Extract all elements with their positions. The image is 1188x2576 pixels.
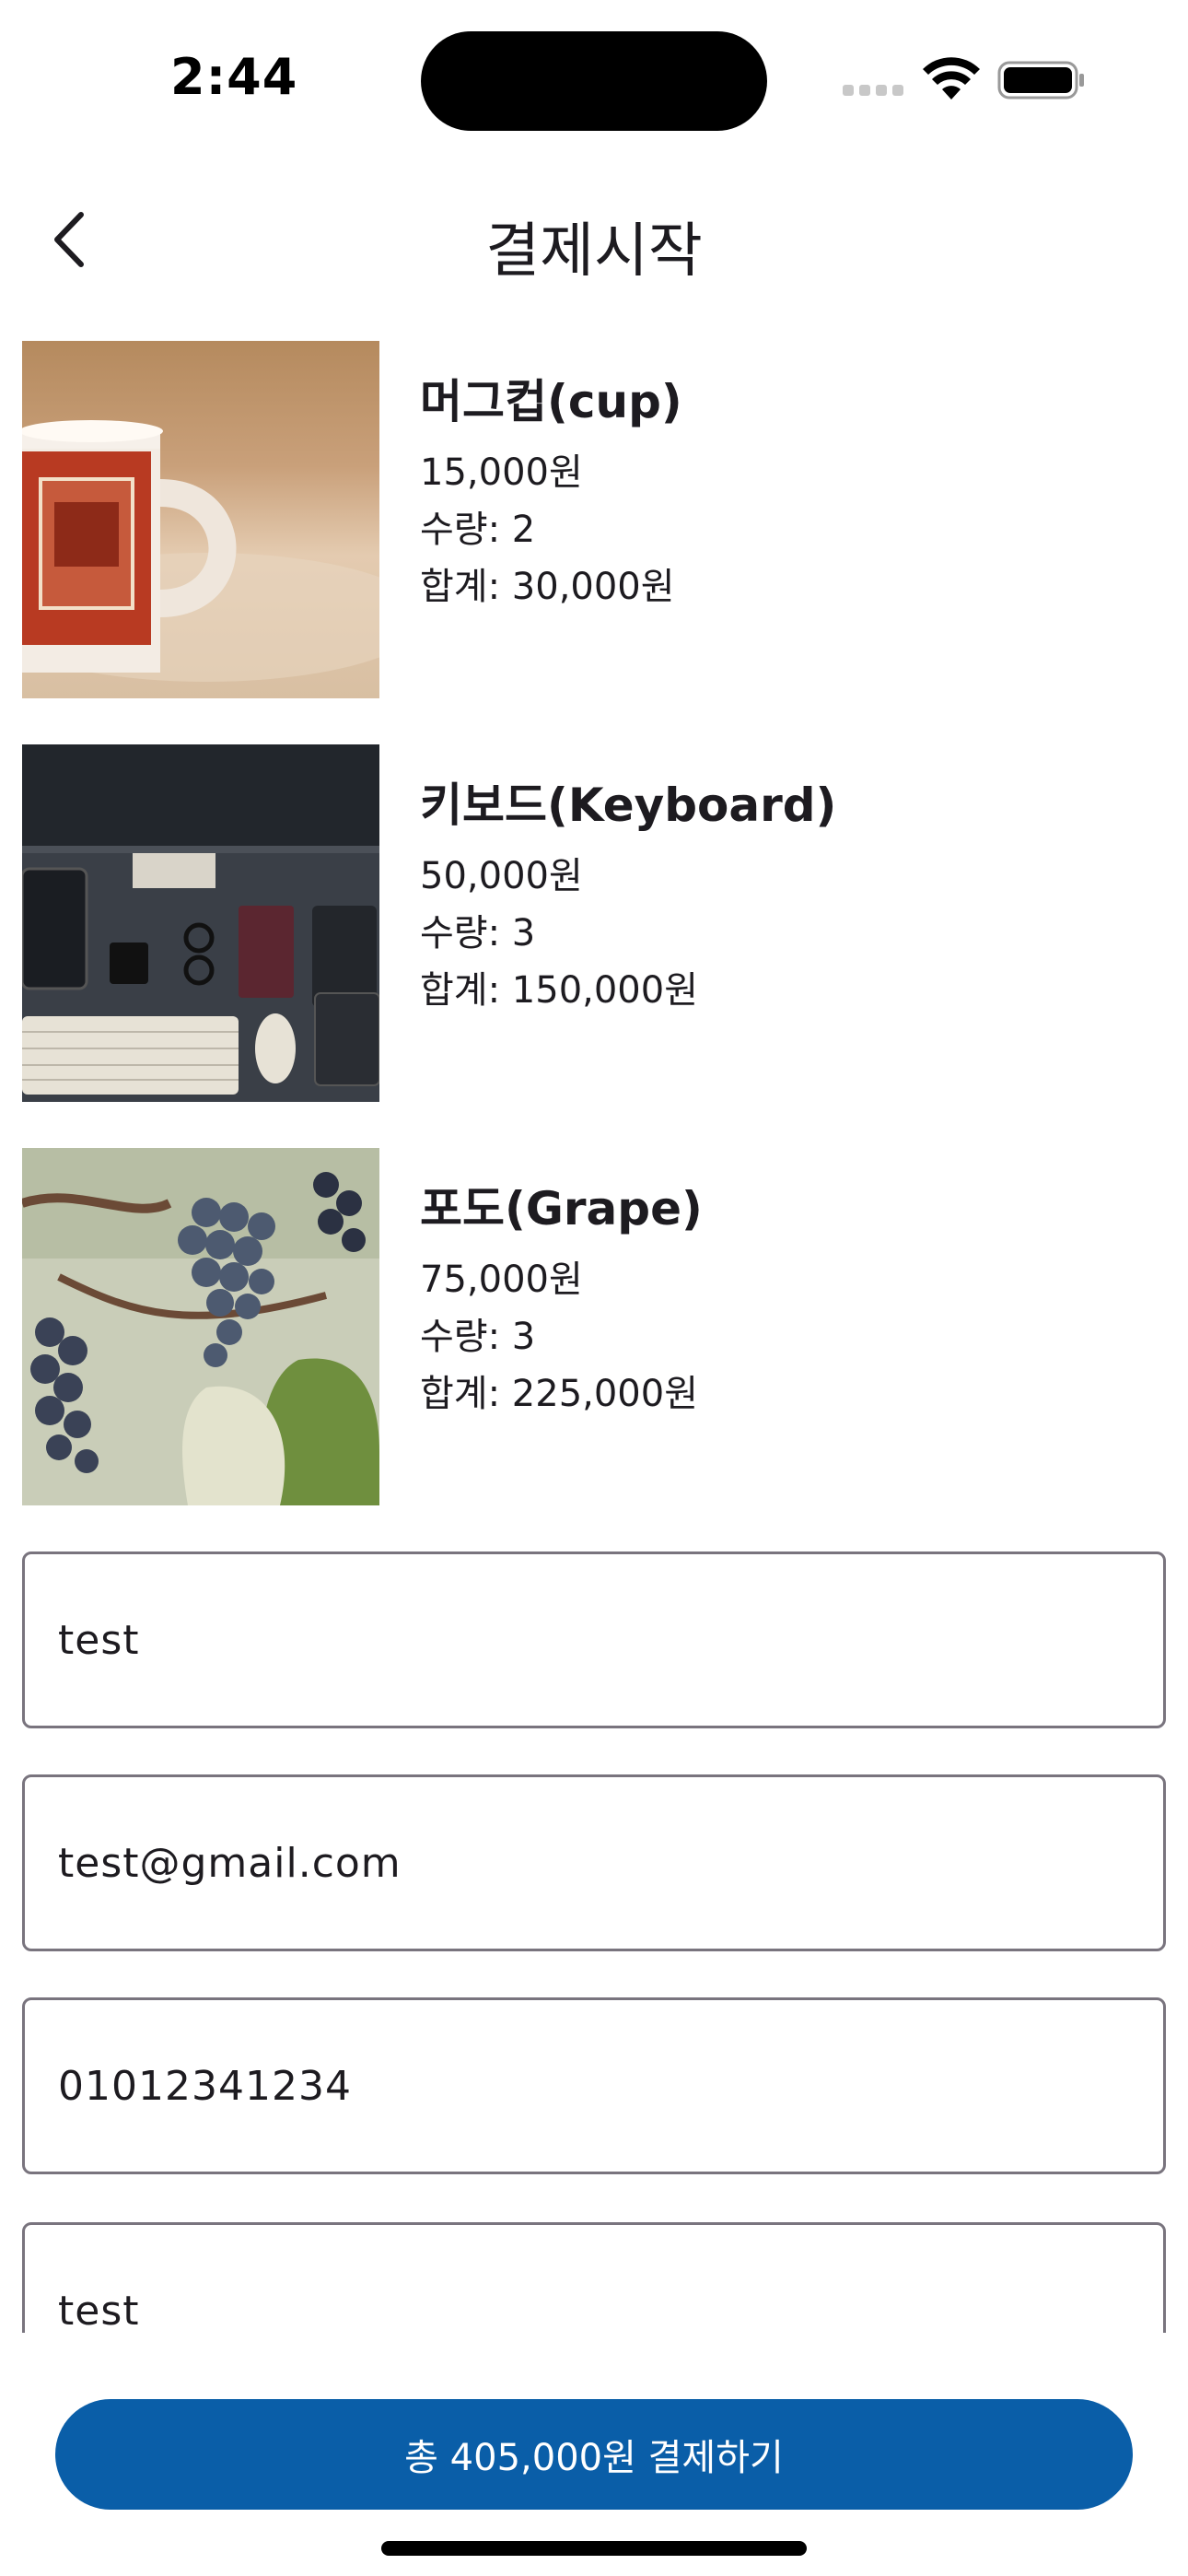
cart-item: 머그컵(cup) 15,000원 수량: 2 합계: 30,000원	[22, 341, 1166, 698]
cellular-signal-icon	[843, 85, 903, 96]
cart-item: 키보드(Keyboard) 50,000원 수량: 3 합계: 150,000원	[22, 744, 1166, 1102]
item-info: 키보드(Keyboard) 50,000원 수량: 3 합계: 150,000원	[420, 768, 836, 1019]
bottom-bar: 총 405,000원 결제하기	[0, 2333, 1188, 2576]
item-price: 75,000원	[420, 1259, 583, 1301]
cart-item: 포도(Grape) 75,000원 수량: 3 합계: 225,000원	[22, 1148, 1166, 1505]
address-input[interactable]	[58, 2225, 1126, 2333]
wifi-icon	[923, 57, 980, 100]
app-bar: 결제시작	[0, 170, 1188, 309]
dynamic-island	[421, 31, 767, 131]
page-title: 결제시작	[485, 217, 703, 286]
item-quantity: 수량: 3	[420, 1316, 536, 1358]
name-input[interactable]	[58, 1554, 1126, 1726]
item-quantity: 수량: 2	[420, 509, 536, 551]
item-image-grape	[22, 1148, 379, 1505]
buyer-form	[0, 1529, 1188, 2333]
battery-icon	[997, 61, 1084, 100]
item-price: 50,000원	[420, 855, 583, 897]
item-quantity: 수량: 3	[420, 912, 536, 954]
item-info: 머그컵(cup) 15,000원 수량: 2 합계: 30,000원	[420, 365, 682, 615]
item-image-keyboard	[22, 744, 379, 1102]
phone-field[interactable]	[22, 1997, 1166, 2174]
status-bar: 2:44	[0, 0, 1188, 157]
item-total: 합계: 30,000원	[420, 566, 675, 608]
email-field[interactable]	[22, 1774, 1166, 1951]
name-field[interactable]	[22, 1551, 1166, 1728]
item-name: 머그컵(cup)	[420, 375, 682, 428]
status-time: 2:44	[170, 48, 298, 106]
phone-input[interactable]	[58, 2000, 1126, 2172]
item-name: 키보드(Keyboard)	[420, 779, 837, 832]
home-indicator	[381, 2541, 807, 2556]
item-image-mug	[22, 341, 379, 698]
address-field[interactable]	[22, 2222, 1166, 2333]
item-total: 합계: 225,000원	[420, 1373, 699, 1415]
pay-button[interactable]: 총 405,000원 결제하기	[55, 2399, 1133, 2510]
item-price: 15,000원	[420, 451, 583, 494]
item-total: 합계: 150,000원	[420, 969, 699, 1012]
email-input[interactable]	[58, 1777, 1126, 1949]
item-info: 포도(Grape) 75,000원 수량: 3 합계: 225,000원	[420, 1172, 703, 1423]
item-name: 포도(Grape)	[420, 1182, 703, 1235]
